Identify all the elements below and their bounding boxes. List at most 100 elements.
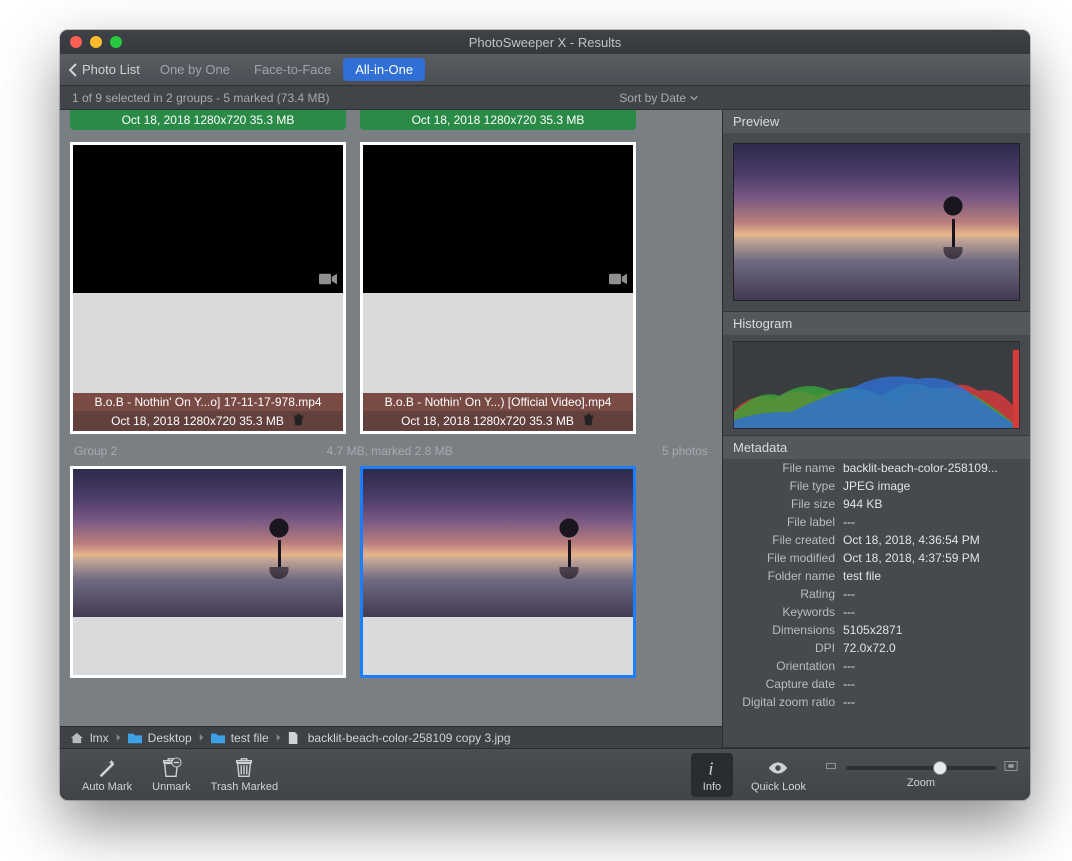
thumbnail-matte <box>73 617 343 675</box>
sort-label: Sort by Date <box>619 91 686 105</box>
metadata-list[interactable]: File namebacklit-beach-color-258109...Fi… <box>723 459 1030 747</box>
metadata-key: Digital zoom ratio <box>733 695 843 709</box>
window-title: PhotoSweeper X - Results <box>469 35 621 50</box>
trash-icon[interactable] <box>292 413 305 429</box>
breadcrumb: lmx Desktop test file backlit-beach-colo… <box>60 726 722 748</box>
svg-text:i: i <box>708 758 713 778</box>
metadata-key: Dimensions <box>733 623 843 637</box>
thumbnail-image <box>73 145 343 293</box>
zoom-icon[interactable] <box>110 36 122 48</box>
group-header: Group 2 4.7 MB, marked 2.8 MB 5 photos <box>70 434 712 466</box>
thumbnail-card[interactable]: B.o.B - Nothin' On Y...) [Official Video… <box>360 142 636 434</box>
metadata-row: Capture date--- <box>723 675 1030 693</box>
chevron-right-icon <box>275 734 282 741</box>
metadata-header: Metadata <box>723 436 1030 459</box>
metadata-value: --- <box>843 515 1020 529</box>
tab-face-to-face[interactable]: Face-to-Face <box>242 58 343 81</box>
metadata-row: Folder nametest file <box>723 567 1030 585</box>
metadata-row: Orientation--- <box>723 657 1030 675</box>
preview-section: Preview <box>723 110 1030 312</box>
crumb-item[interactable]: lmx <box>90 731 109 745</box>
video-icon <box>609 272 627 289</box>
group-name: Group 2 <box>74 444 117 458</box>
zoom-out-icon[interactable] <box>824 760 838 775</box>
chevron-left-icon <box>68 63 78 77</box>
crumb-item[interactable]: backlit-beach-color-258109 copy 3.jpg <box>308 731 511 745</box>
button-label: Info <box>703 781 721 793</box>
histogram-section: Histogram <box>723 312 1030 436</box>
histogram-chart <box>733 341 1020 429</box>
sort-dropdown[interactable]: Sort by Date <box>619 91 698 105</box>
trash-marked-button[interactable]: Trash Marked <box>201 757 288 793</box>
selection-status: 1 of 9 selected in 2 groups - 5 marked (… <box>72 91 329 105</box>
thumbnail-title: B.o.B - Nothin' On Y...) [Official Video… <box>363 393 633 411</box>
view-tabs: One by One Face-to-Face All-in-One <box>148 58 425 81</box>
crumb-item[interactable]: test file <box>231 731 269 745</box>
metadata-key: File created <box>733 533 843 547</box>
bottom-toolbar: Auto Mark Unmark Trash Marked i Info Qui… <box>60 748 1030 800</box>
preview-image <box>733 143 1020 301</box>
metadata-value: Oct 18, 2018, 4:37:59 PM <box>843 551 1020 565</box>
thumbnail-card[interactable] <box>70 466 346 678</box>
back-label: Photo List <box>82 62 140 77</box>
info-button[interactable]: i Info <box>691 753 733 797</box>
metadata-row: File size944 KB <box>723 495 1030 513</box>
thumbnail-meta: Oct 18, 2018 1280x720 35.3 MB <box>73 411 343 431</box>
unmark-button[interactable]: Unmark <box>142 757 201 793</box>
metadata-key: File name <box>733 461 843 475</box>
thumb-meta-bar: Oct 18, 2018 1280x720 35.3 MB <box>360 110 636 130</box>
thumbnail-card-selected[interactable] <box>360 466 636 678</box>
thumbnail-grid[interactable]: Oct 18, 2018 1280x720 35.3 MB Oct 18, 20… <box>60 110 722 726</box>
thumbnail-meta-text: Oct 18, 2018 1280x720 35.3 MB <box>111 414 284 428</box>
trash-icon[interactable] <box>582 413 595 429</box>
metadata-row: File label--- <box>723 513 1030 531</box>
tab-one-by-one[interactable]: One by One <box>148 58 242 81</box>
unmark-icon <box>160 757 182 779</box>
thumbnail-meta: Oct 18, 2018 1280x720 35.3 MB <box>363 411 633 431</box>
auto-mark-button[interactable]: Auto Mark <box>72 757 142 793</box>
trash-icon <box>233 757 255 779</box>
thumbnail-image <box>363 469 633 617</box>
group-count: 5 photos <box>662 444 708 458</box>
metadata-value: Oct 18, 2018, 4:36:54 PM <box>843 533 1020 547</box>
chevron-down-icon <box>690 94 698 102</box>
metadata-key: Rating <box>733 587 843 601</box>
metadata-key: Keywords <box>733 605 843 619</box>
chevron-right-icon <box>115 734 122 741</box>
metadata-key: File type <box>733 479 843 493</box>
metadata-value: --- <box>843 677 1020 691</box>
minimize-icon[interactable] <box>90 36 102 48</box>
button-label: Quick Look <box>751 781 806 793</box>
metadata-value: --- <box>843 695 1020 709</box>
thumbnail-card[interactable]: B.o.B - Nothin' On Y...o] 17-11-17-978.m… <box>70 142 346 434</box>
button-label: Trash Marked <box>211 781 278 793</box>
close-icon[interactable] <box>70 36 82 48</box>
zoom-slider[interactable] <box>846 766 996 770</box>
crumb-item[interactable]: Desktop <box>148 731 192 745</box>
metadata-value: --- <box>843 605 1020 619</box>
thumbnail-matte <box>363 617 633 675</box>
tab-all-in-one[interactable]: All-in-One <box>343 58 425 81</box>
home-icon <box>70 732 84 744</box>
zoom-in-icon[interactable] <box>1004 760 1018 775</box>
metadata-section: Metadata File namebacklit-beach-color-25… <box>723 436 1030 748</box>
quick-look-button[interactable]: Quick Look <box>741 757 816 793</box>
metadata-key: Folder name <box>733 569 843 583</box>
button-label: Auto Mark <box>82 781 132 793</box>
zoom-label: Zoom <box>907 777 935 789</box>
histogram-header: Histogram <box>723 312 1030 335</box>
metadata-row: Digital zoom ratio--- <box>723 693 1030 711</box>
metadata-key: File modified <box>733 551 843 565</box>
metadata-row: File namebacklit-beach-color-258109... <box>723 459 1030 477</box>
metadata-value: --- <box>843 659 1020 673</box>
thumbnail-image <box>363 145 633 293</box>
file-icon <box>288 732 302 744</box>
folder-icon <box>128 732 142 744</box>
metadata-row: Dimensions5105x2871 <box>723 621 1030 639</box>
zoom-thumb[interactable] <box>933 761 947 775</box>
back-button[interactable]: Photo List <box>68 62 140 77</box>
zoom-control: Zoom <box>824 760 1018 789</box>
metadata-row: Rating--- <box>723 585 1030 603</box>
metadata-value: 944 KB <box>843 497 1020 511</box>
metadata-value: 5105x2871 <box>843 623 1020 637</box>
